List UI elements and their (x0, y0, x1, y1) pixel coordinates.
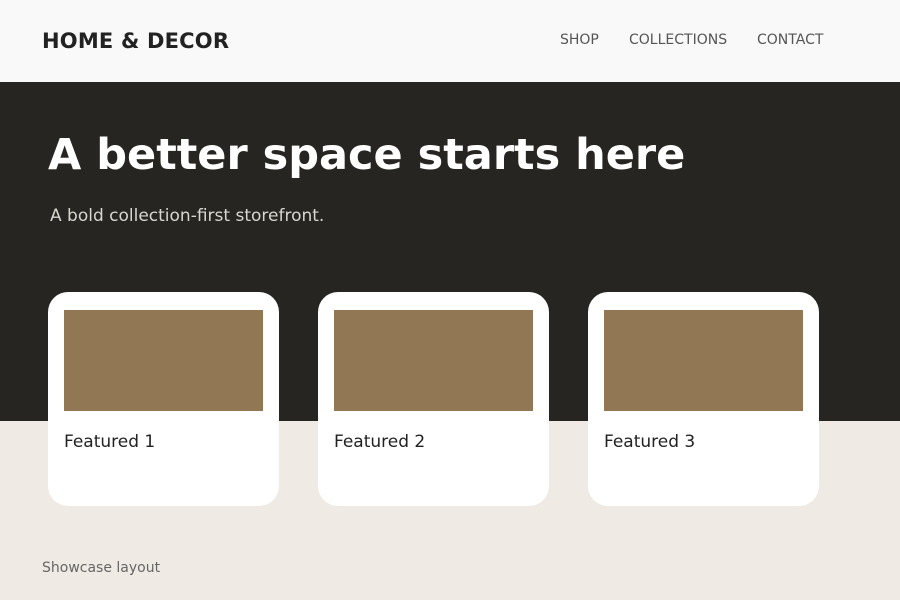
brand-logo[interactable]: HOME & DECOR (42, 29, 229, 53)
hero-title: A better space starts here (48, 130, 686, 180)
card-title: Featured 2 (334, 432, 426, 452)
nav-link-collections[interactable]: COLLECTIONS (629, 32, 727, 48)
card-title: Featured 3 (604, 432, 696, 452)
nav-link-contact[interactable]: CONTACT (757, 32, 823, 48)
card-image-placeholder (604, 310, 803, 411)
card-image-placeholder (334, 310, 533, 411)
card-title: Featured 1 (64, 432, 156, 452)
site-header: HOME & DECOR SHOP COLLECTIONS CONTACT (0, 0, 900, 82)
featured-card-2[interactable]: Featured 2 (318, 292, 549, 506)
nav-link-shop[interactable]: SHOP (560, 32, 599, 48)
footer-note: Showcase layout (42, 560, 161, 576)
card-image-placeholder (64, 310, 263, 411)
featured-card-1[interactable]: Featured 1 (48, 292, 279, 506)
featured-card-3[interactable]: Featured 3 (588, 292, 819, 506)
hero-subtitle: A bold collection-first storefront. (50, 206, 325, 226)
